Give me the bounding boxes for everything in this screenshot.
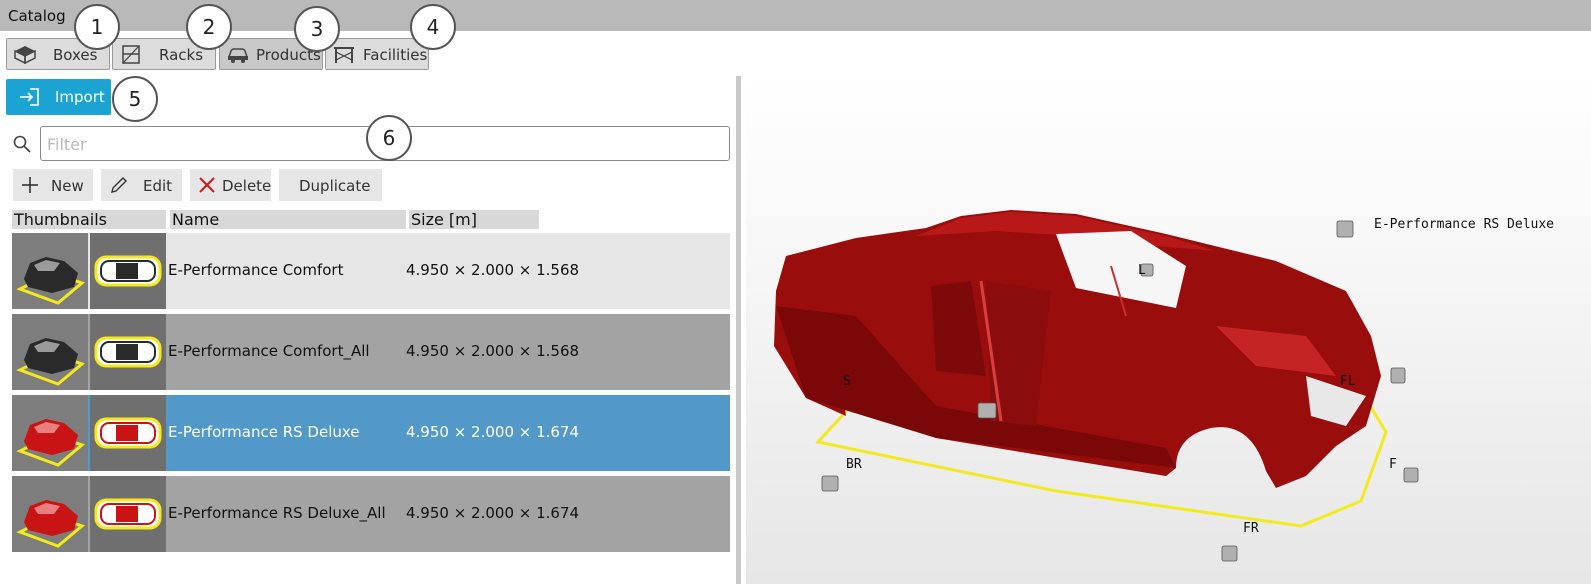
- plus-icon: [22, 177, 38, 193]
- new-button-label: New: [51, 177, 84, 195]
- tab-racks-label: Racks: [159, 46, 204, 64]
- delete-button-label: Delete: [222, 177, 272, 195]
- search-icon: [13, 135, 31, 153]
- box-icon: [14, 46, 36, 64]
- table-row-selected[interactable]: E-Performance RS Deluxe 4.950 × 2.000 × …: [12, 395, 730, 471]
- product-name: E-Performance Comfort: [168, 261, 344, 279]
- callout-4: 4: [410, 4, 456, 50]
- table-row[interactable]: E-Performance Comfort_All 4.950 × 2.000 …: [12, 314, 730, 390]
- product-name: E-Performance RS Deluxe: [168, 423, 360, 441]
- column-header-thumbnails[interactable]: Thumbnails: [12, 210, 166, 229]
- edit-button[interactable]: Edit: [101, 169, 182, 201]
- point-label-fr: FR: [1243, 521, 1259, 536]
- thumbnail-perspective: [12, 314, 88, 390]
- viewport-product-label: E-Performance RS Deluxe: [1374, 217, 1555, 232]
- column-header-size[interactable]: Size [m]: [409, 210, 539, 229]
- import-button[interactable]: Import: [6, 79, 111, 115]
- column-header-label: Thumbnails: [14, 210, 107, 229]
- thumbnail-top: [90, 314, 166, 390]
- duplicate-button[interactable]: Duplicate: [279, 169, 382, 201]
- panel-splitter[interactable]: [736, 76, 741, 584]
- point-label-br: BR: [846, 457, 862, 472]
- tab-facilities[interactable]: Facilities: [325, 38, 429, 70]
- callout-5: 5: [112, 76, 158, 122]
- pencil-icon: [111, 177, 127, 193]
- table-row[interactable]: E-Performance RS Deluxe_All 4.950 × 2.00…: [12, 476, 730, 552]
- 3d-viewport[interactable]: E-Performance RS Deluxe L FL S BR F FR: [746, 76, 1591, 584]
- product-size: 4.950 × 2.000 × 1.674: [406, 504, 580, 522]
- product-size: 4.950 × 2.000 × 1.568: [406, 342, 580, 360]
- thumbnail-perspective: [12, 395, 88, 471]
- table-row[interactable]: E-Performance Comfort 4.950 × 2.000 × 1.…: [12, 233, 730, 309]
- callout-2: 2: [186, 4, 232, 50]
- point-label-f: F: [1389, 457, 1397, 472]
- import-icon: [20, 88, 39, 106]
- callout-6: 6: [366, 115, 412, 161]
- thumbnail-top: [90, 395, 166, 471]
- duplicate-button-label: Duplicate: [299, 177, 371, 195]
- tab-facilities-label: Facilities: [363, 46, 428, 64]
- delete-button[interactable]: Delete: [190, 169, 271, 201]
- callout-1: 1: [74, 4, 120, 50]
- column-header-label: Size [m]: [411, 210, 477, 229]
- window-title: Catalog: [8, 7, 66, 25]
- car-3d-model: [774, 210, 1419, 562]
- delete-icon: [199, 177, 215, 193]
- product-name: E-Performance RS Deluxe_All: [168, 504, 386, 522]
- thumbnail-top: [90, 476, 166, 552]
- car-icon: [227, 48, 249, 63]
- product-name: E-Performance Comfort_All: [168, 342, 370, 360]
- title-bar: Catalog: [0, 0, 1591, 31]
- callout-3: 3: [294, 6, 340, 52]
- column-header-label: Name: [172, 210, 220, 229]
- edit-button-label: Edit: [143, 177, 173, 195]
- point-label-l: L: [1138, 263, 1146, 278]
- thumbnail-top: [90, 233, 166, 309]
- product-size: 4.950 × 2.000 × 1.568: [406, 261, 580, 279]
- new-button[interactable]: New: [13, 169, 93, 201]
- facility-icon: [334, 47, 354, 63]
- import-button-label: Import: [55, 88, 105, 106]
- thumbnail-perspective: [12, 476, 88, 552]
- point-label-fl: FL: [1340, 374, 1356, 389]
- rack-icon: [122, 45, 140, 64]
- product-size: 4.950 × 2.000 × 1.674: [406, 423, 580, 441]
- point-label-s: S: [843, 374, 851, 389]
- column-header-name[interactable]: Name: [170, 210, 406, 229]
- thumbnail-perspective: [12, 233, 88, 309]
